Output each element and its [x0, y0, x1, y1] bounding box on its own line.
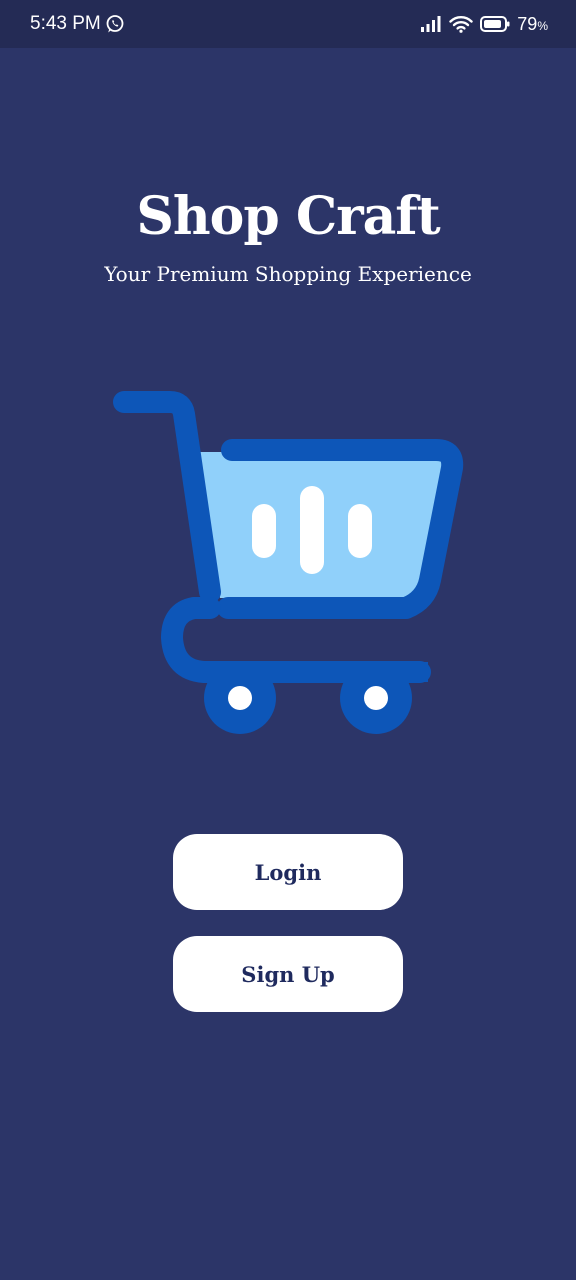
- battery-percent-value: 79: [517, 13, 538, 34]
- status-right: 79%: [420, 0, 548, 48]
- wifi-icon: [449, 15, 473, 33]
- app-title: Shop Craft: [136, 186, 440, 247]
- battery-percent-unit: %: [537, 18, 548, 33]
- status-bar: 5:43 PM 79%: [0, 0, 576, 48]
- status-time: 5:43 PM: [30, 13, 101, 34]
- battery-percent: 79%: [517, 14, 548, 35]
- battery-icon: [480, 15, 510, 33]
- shopping-cart-icon: [108, 380, 468, 740]
- signup-button[interactable]: Sign Up: [173, 936, 403, 1012]
- whatsapp-icon: [105, 14, 125, 34]
- signal-icon: [420, 15, 442, 33]
- app-tagline: Your Premium Shopping Experience: [104, 262, 472, 286]
- status-left: 5:43 PM: [30, 0, 125, 48]
- login-button[interactable]: Login: [173, 834, 403, 910]
